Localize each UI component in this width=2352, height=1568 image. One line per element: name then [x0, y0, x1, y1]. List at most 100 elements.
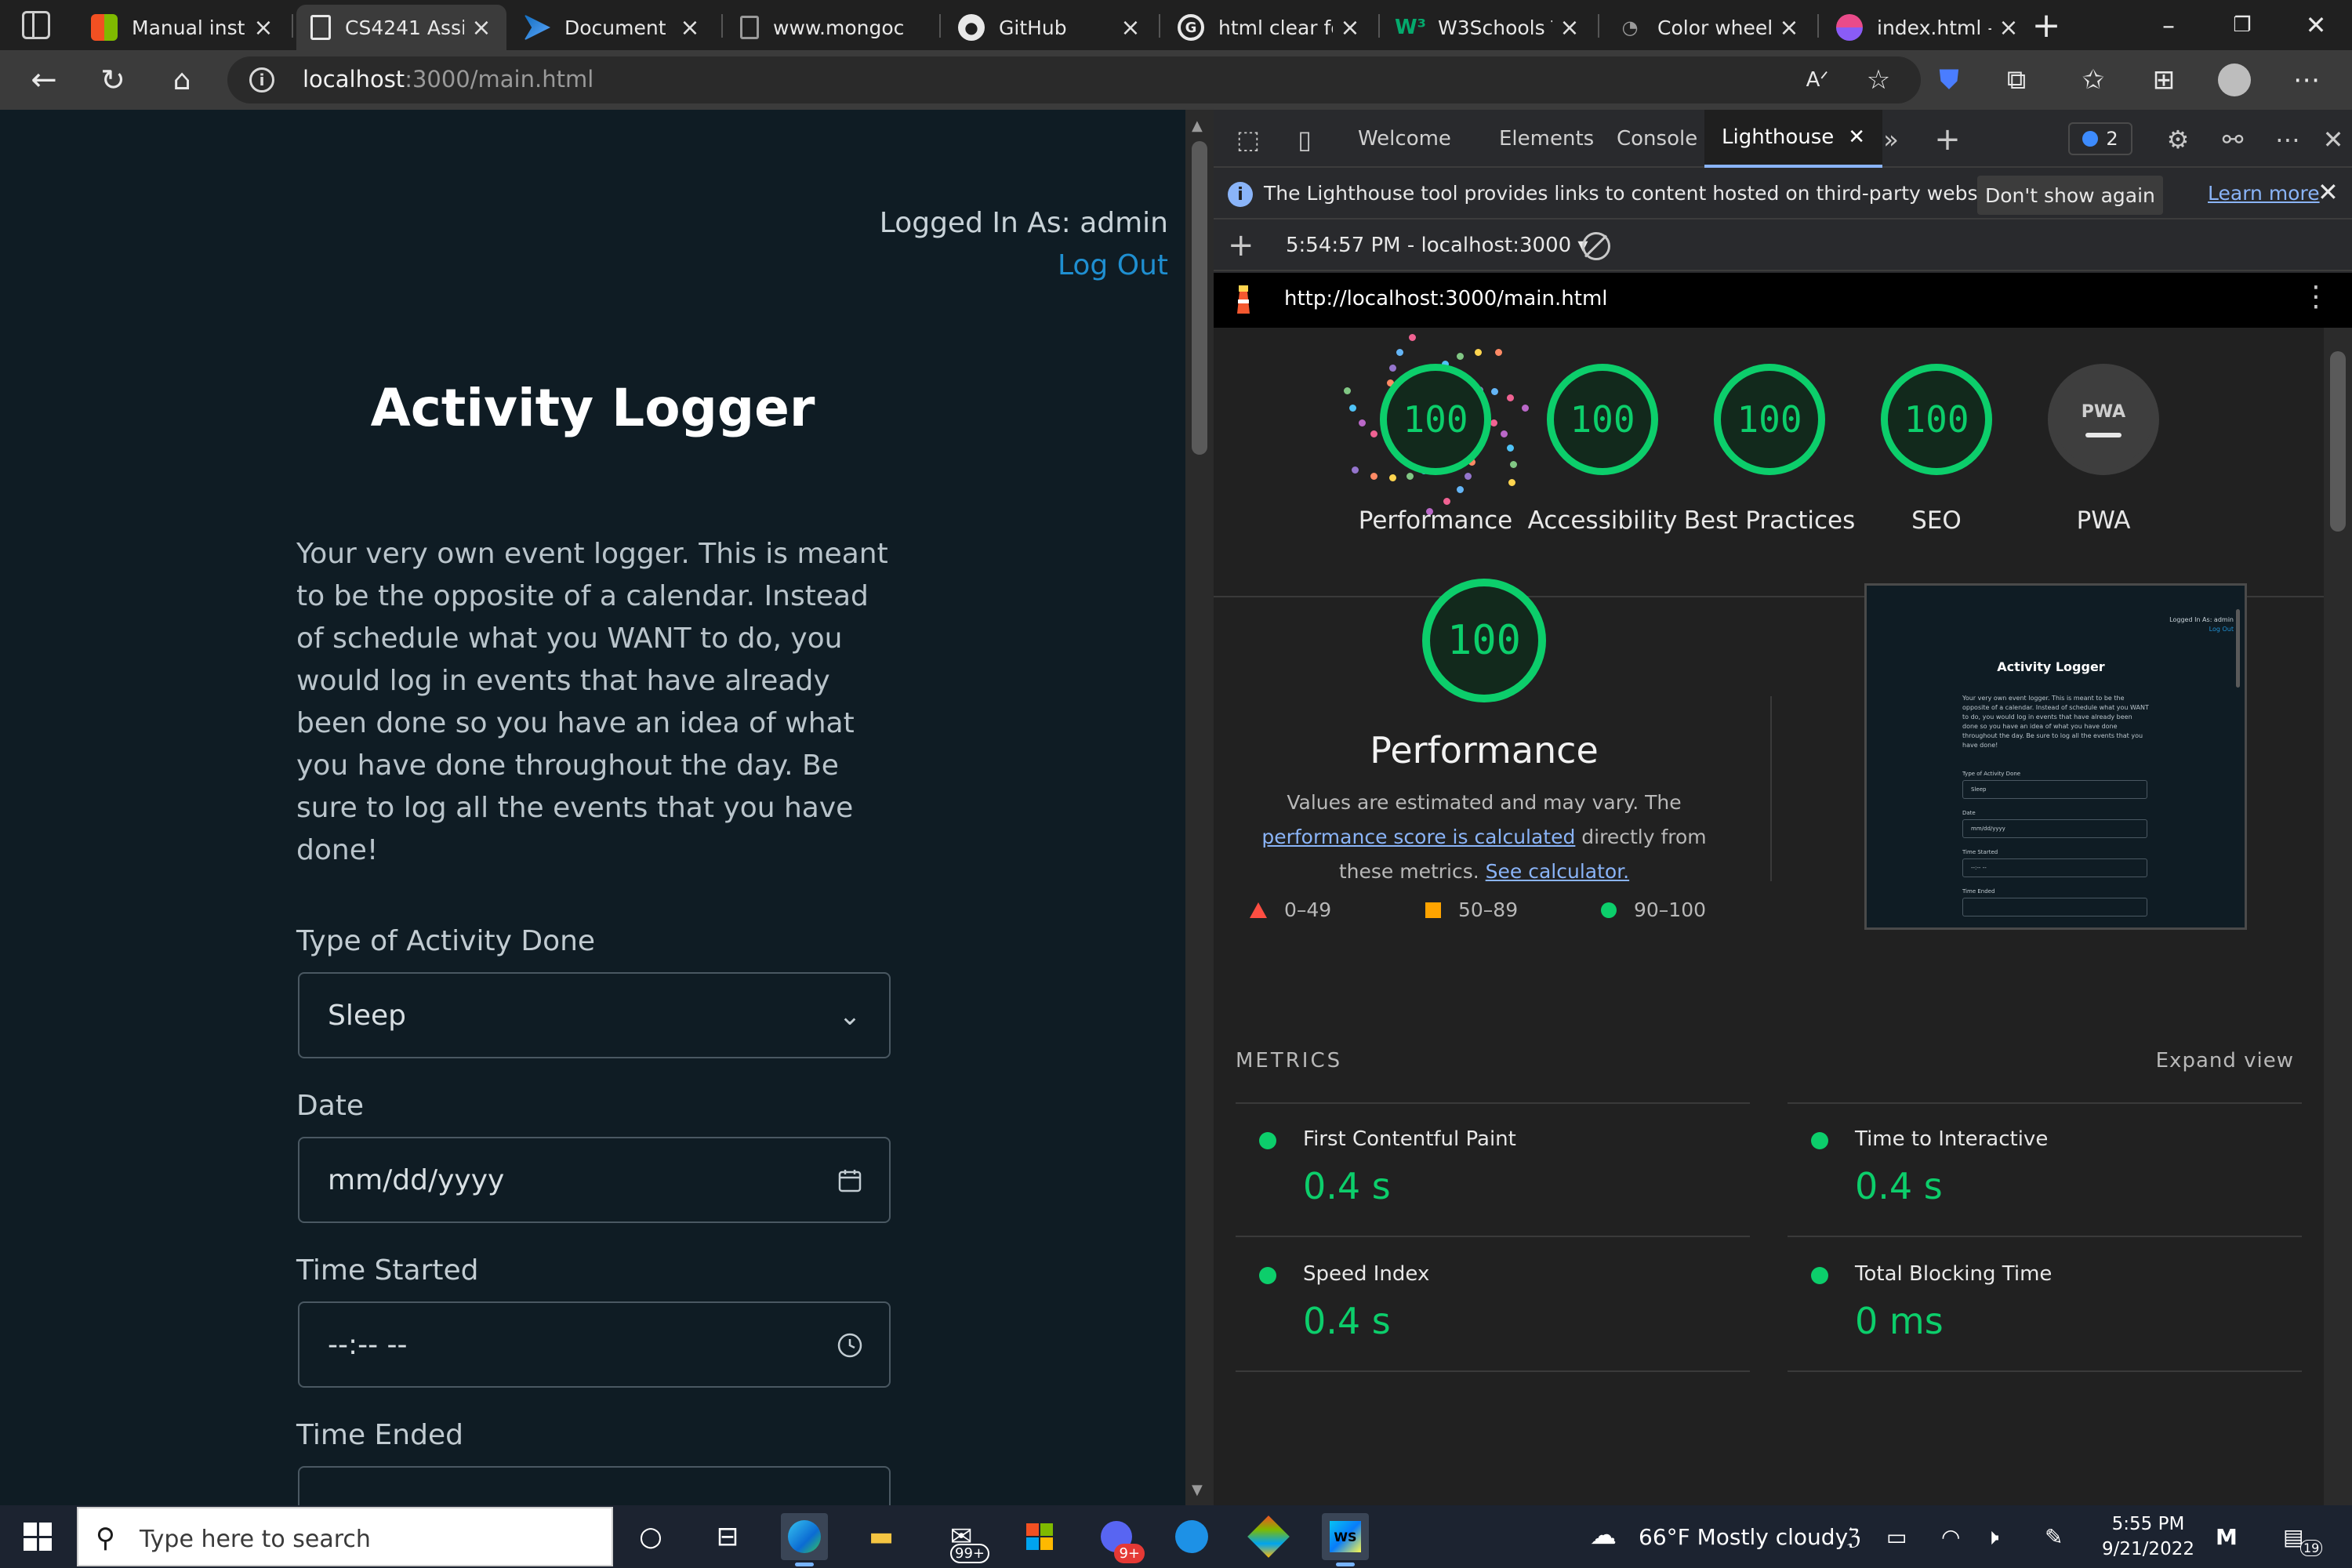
close-icon[interactable]: ×	[679, 14, 701, 42]
edge-browser-icon[interactable]	[781, 1513, 828, 1566]
read-aloud-icon[interactable]: Aᐟ	[1798, 61, 1836, 99]
address-bar[interactable]: i localhost:3000/main.html Aᐟ ☆	[227, 56, 1921, 103]
learn-more-link[interactable]: Learn more	[2208, 182, 2320, 205]
close-icon[interactable]: ×	[470, 14, 492, 42]
favorites-icon[interactable]: ✩	[2074, 61, 2112, 99]
report-menu-icon[interactable]: ⋮	[2302, 281, 2330, 313]
webstorm-icon[interactable]: WS	[1322, 1513, 1369, 1566]
restore-button[interactable]: ❐	[2209, 0, 2275, 50]
new-report-icon[interactable]: +	[1228, 227, 1254, 263]
page-scrollbar[interactable]: ▲ ▼	[1185, 110, 1214, 1505]
gear-icon[interactable]: ⚙	[2161, 122, 2195, 157]
task-view-icon[interactable]: ⊟	[704, 1513, 751, 1560]
activity-type-select[interactable]: Sleep ⌄	[298, 972, 891, 1058]
windows-start-icon[interactable]	[24, 1523, 52, 1551]
tab-github[interactable]: ● GitHub ×	[944, 5, 1156, 50]
tab-welcome[interactable]: Welcome	[1358, 110, 1451, 168]
add-tab-icon[interactable]: +	[1930, 122, 1965, 158]
pwa-gauge[interactable]: PWA	[2048, 364, 2159, 475]
tab-lighthouse[interactable]: Lighthouse ✕	[1704, 110, 1883, 168]
back-button[interactable]: ←	[22, 58, 66, 102]
tab-elements[interactable]: Elements	[1499, 110, 1594, 168]
url-text[interactable]: localhost:3000/main.html	[303, 66, 593, 93]
tab-cs4241[interactable]: CS4241 Assig ×	[296, 5, 506, 50]
avatar[interactable]	[2216, 61, 2253, 99]
copilot-icon[interactable]: M	[2216, 1524, 2238, 1550]
tab-index-html[interactable]: index.html – ×	[1822, 5, 2034, 50]
best-practices-gauge[interactable]: 100	[1714, 364, 1825, 475]
battery-icon[interactable]: ▭	[1886, 1524, 1907, 1550]
see-calculator-link[interactable]: See calculator.	[1486, 860, 1629, 883]
customize-icon[interactable]: ⚯	[2216, 122, 2250, 157]
pen-menu-icon[interactable]: ℨ	[1847, 1524, 1860, 1550]
more-menu-icon[interactable]: ⋯	[2288, 61, 2325, 99]
logout-link[interactable]: Log Out	[880, 245, 1168, 287]
discord-icon[interactable]: 9+	[1093, 1513, 1145, 1563]
clear-icon[interactable]	[1582, 232, 1610, 260]
file-explorer-icon[interactable]: ▬	[858, 1513, 905, 1560]
close-icon[interactable]: ×	[1778, 14, 1800, 42]
device-toolbar-icon[interactable]: ▯	[1287, 122, 1322, 157]
dont-show-again-button[interactable]: Don't show again	[1977, 176, 2163, 215]
git-kraken-icon[interactable]	[1245, 1513, 1292, 1560]
seo-gauge[interactable]: 100	[1881, 364, 1992, 475]
time-started-input[interactable]: --:-- --	[298, 1301, 891, 1388]
time-ended-input[interactable]	[298, 1466, 891, 1505]
more-options-icon[interactable]: ⋯	[2270, 122, 2305, 157]
pen-icon[interactable]: ✎	[2045, 1524, 2063, 1550]
tab-mongodb[interactable]: www.mongoc	[726, 5, 938, 50]
report-scroll-thumb[interactable]	[2330, 351, 2346, 532]
inspect-element-icon[interactable]: ⬚	[1231, 122, 1265, 157]
scroll-down-icon[interactable]: ▼	[1192, 1482, 1203, 1498]
report-select[interactable]: 5:54:57 PM - localhost:3000 ▾	[1286, 234, 1588, 257]
issues-button[interactable]: 2	[2068, 122, 2132, 155]
scroll-up-icon[interactable]: ▲	[1192, 118, 1203, 134]
weather-icon[interactable]: ☁	[1590, 1519, 1617, 1551]
cortana-icon[interactable]: ○	[627, 1513, 674, 1560]
tab-manual-install[interactable]: Manual instal ×	[77, 5, 289, 50]
accessibility-gauge[interactable]: 100	[1547, 364, 1658, 475]
performance-gauge[interactable]: 100	[1380, 364, 1491, 475]
tab-console[interactable]: Console	[1617, 110, 1697, 168]
taskbar-search[interactable]: ⚲ Type here to search	[77, 1507, 613, 1566]
taskbar-clock[interactable]: 5:55 PM 9/21/2022	[2101, 1512, 2195, 1562]
score-calculated-link[interactable]: performance score is calculated	[1261, 826, 1575, 848]
new-tab-button[interactable]: +	[2013, 0, 2079, 50]
tab-actions-icon[interactable]	[22, 11, 50, 39]
add-favorite-icon[interactable]: ☆	[1860, 61, 1897, 99]
calendar-icon[interactable]	[834, 1165, 866, 1196]
weather-text[interactable]: 66°F Mostly cloudy	[1639, 1524, 1848, 1550]
notification-center-icon[interactable]: ▤ 19	[2283, 1524, 2323, 1556]
wifi-icon[interactable]: ◠	[1941, 1524, 1960, 1550]
close-icon[interactable]: ×	[252, 14, 274, 42]
collections-icon[interactable]: ⊞	[2145, 61, 2183, 99]
report-scrollbar[interactable]	[2324, 328, 2352, 1505]
more-tabs-icon[interactable]: »	[1874, 122, 1908, 157]
extensions-icon[interactable]: ⧉	[1998, 61, 2035, 99]
expand-view-toggle[interactable]: Expand view	[2156, 1049, 2294, 1073]
refresh-button[interactable]: ↻	[91, 58, 135, 102]
shield-icon[interactable]: ⛊	[1930, 61, 1968, 99]
date-input[interactable]: mm/dd/yyyy	[298, 1137, 891, 1223]
info-icon[interactable]: i	[249, 67, 274, 93]
mail-icon[interactable]: ✉ 99+	[938, 1513, 989, 1563]
clock-icon[interactable]	[834, 1330, 866, 1361]
docker-icon[interactable]	[1168, 1513, 1215, 1560]
close-icon[interactable]: ×	[1559, 14, 1581, 42]
volume-icon[interactable]: 🕨	[1985, 1524, 1999, 1551]
microsoft-store-icon[interactable]	[1016, 1513, 1063, 1560]
tab-document[interactable]: Document do ×	[510, 5, 715, 50]
tab-html-clear[interactable]: G html clear for ×	[1163, 5, 1375, 50]
minimize-button[interactable]: –	[2136, 0, 2201, 50]
close-icon[interactable]: ✕	[2318, 177, 2339, 207]
tab-w3schools[interactable]: W³ W3Schools Tr ×	[1383, 5, 1595, 50]
home-button[interactable]: ⌂	[160, 58, 204, 102]
close-icon[interactable]: ×	[1120, 14, 1142, 42]
close-devtools-icon[interactable]: ✕	[2316, 122, 2350, 157]
tab-color-wheel[interactable]: ◔ Color wheel, ×	[1602, 5, 1814, 50]
close-icon[interactable]: ×	[1339, 14, 1361, 42]
final-screenshot-thumbnail[interactable]: Logged In As: admin Log Out Activity Logg…	[1864, 583, 2247, 930]
close-icon[interactable]: ✕	[1848, 125, 1865, 149]
close-window-button[interactable]: ✕	[2283, 0, 2349, 50]
page-scroll-thumb[interactable]	[1192, 141, 1207, 455]
